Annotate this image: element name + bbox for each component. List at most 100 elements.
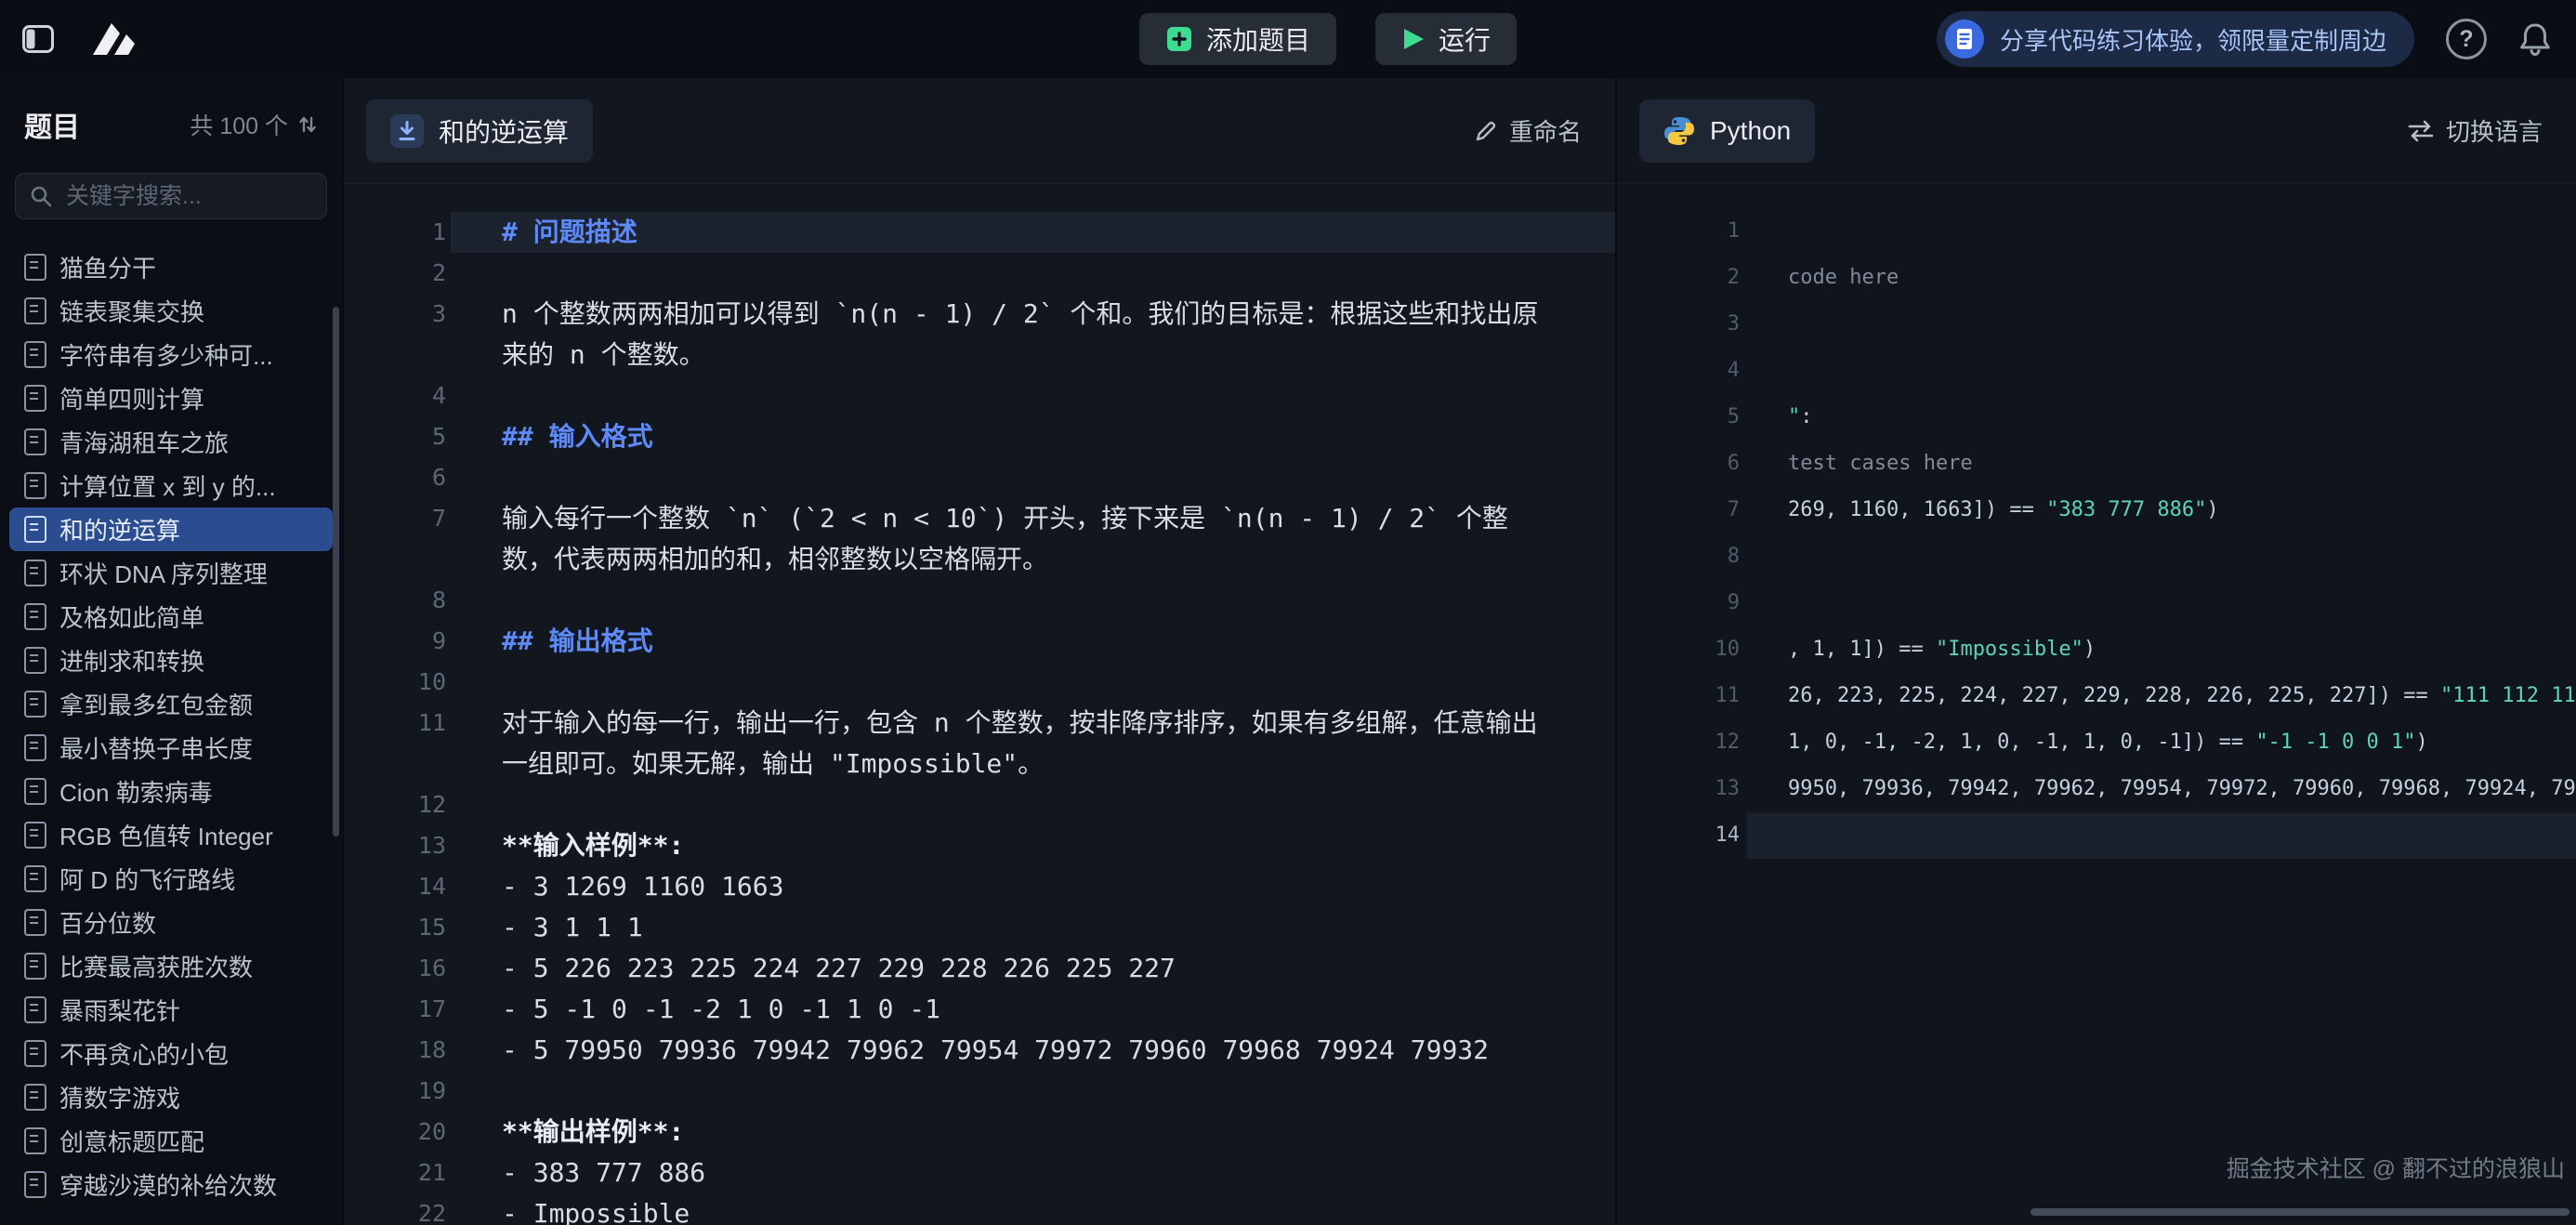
sidebar-item[interactable]: 青海湖租车之旅 [9, 420, 333, 464]
document-icon [24, 297, 46, 324]
markdown-line: 13**输入样例**: [344, 825, 1615, 866]
code-token: , 1, 1]) == [1788, 638, 1936, 661]
document-icon [24, 1040, 46, 1067]
rename-button[interactable]: 重命名 [1474, 113, 1582, 148]
sidebar-item[interactable]: 环状 DNA 序列整理 [9, 551, 333, 595]
markdown-line: 5## 输入格式 [344, 416, 1615, 457]
code-editor[interactable]: 1 2code here 3 4 5": 6test cases here 72… [1617, 184, 2576, 1225]
add-problem-button[interactable]: 添加题目 [1139, 13, 1336, 65]
sidebar-item[interactable]: 字符串有多少种可... [9, 333, 333, 376]
code-line: 3 [1617, 301, 2576, 348]
line-number: 13 [344, 825, 446, 866]
help-icon[interactable]: ? [2446, 19, 2487, 59]
app-window: 添加题目 运行 分享代码练习体验，领限量定制周边 ? 题目 共 100 个 [0, 0, 2576, 1225]
code-token: : [1800, 405, 1812, 428]
sidebar-item[interactable]: 猜数字游戏 [9, 1075, 333, 1119]
sidebar-item[interactable]: 比赛最高获胜次数 [9, 944, 333, 988]
line-number: 7 [1617, 487, 1740, 533]
document-icon [24, 1127, 46, 1154]
code-line: 5 ": [1617, 394, 2576, 441]
code-line: 139950, 79936, 79942, 79962, 79954, 7997… [1617, 766, 2576, 812]
document-icon [24, 996, 46, 1023]
document-icon [24, 1084, 46, 1111]
sidebar-item[interactable]: 及格如此简单 [9, 595, 333, 639]
code-token: ) [2416, 731, 2428, 754]
sidebar-item[interactable]: 百分位数 [9, 901, 333, 944]
markdown-line: 6 [344, 457, 1615, 498]
search-input[interactable] [64, 182, 367, 211]
document-icon [24, 254, 46, 281]
sidebar-scrollbar[interactable] [333, 307, 339, 836]
sidebar-item[interactable]: 猫鱼分干 [9, 245, 333, 289]
sidebar-item[interactable]: RGB 色值转 Integer [9, 813, 333, 857]
code-line: 4 [1617, 348, 2576, 394]
markdown-line: 9## 输出格式 [344, 621, 1615, 662]
code-line: 9 [1617, 580, 2576, 626]
code-line: 6test cases here [1617, 441, 2576, 487]
line-number: 2 [1617, 255, 1740, 301]
document-icon [24, 822, 46, 849]
line-number: 11 [344, 703, 446, 784]
line-number: 1 [1617, 208, 1740, 255]
language-tab[interactable]: Python [1639, 99, 1815, 163]
sidebar-item[interactable]: 计算位置 x 到 y 的... [9, 464, 333, 507]
sidebar-item[interactable]: 简单四则计算 [9, 376, 333, 420]
code-token: "111 112 113 11 [2440, 684, 2576, 707]
markdown-line: 7输入每行一个整数 `n` (`2 < n < 10`) 开头，接下来是 `n(… [344, 498, 1615, 580]
sidebar-item[interactable]: 暴雨梨花针 [9, 988, 333, 1032]
sidebar-item[interactable]: Cion 勒索病毒 [9, 770, 333, 813]
document-icon [24, 428, 46, 455]
sidebar-item[interactable]: 最小替换子串长度 [9, 726, 333, 770]
document-icon [24, 647, 46, 674]
document-icon [24, 341, 46, 368]
markdown-editor[interactable]: 1# 问题描述 2 3n 个整数两两相加可以得到 `n(n - 1) / 2` … [344, 184, 1615, 1225]
markdown-line: 18- 5 79950 79936 79942 79962 79954 7997… [344, 1030, 1615, 1071]
search-box[interactable] [15, 173, 327, 219]
sidebar-title: 题目 [24, 104, 80, 145]
sidebar-item[interactable]: 穿越沙漠的补给次数 [9, 1163, 333, 1206]
run-button[interactable]: 运行 [1375, 13, 1517, 65]
code-token: " [1788, 405, 1800, 428]
document-icon [24, 516, 46, 543]
juejin-logo-icon[interactable] [89, 20, 143, 59]
sidebar-item[interactable]: 进制求和转换 [9, 639, 333, 682]
markdown-line: 14- 3 1269 1160 1663 [344, 866, 1615, 907]
line-number: 12 [344, 784, 446, 825]
markdown-line: 16- 5 226 223 225 224 227 229 228 226 22… [344, 948, 1615, 989]
code-token: 9950, 79936, 79942, 79962, 79954, 79972,… [1788, 777, 2576, 800]
sidebar-item[interactable]: 拿到最多红包金额 [9, 682, 333, 726]
promo-banner[interactable]: 分享代码练习体验，领限量定制周边 [1937, 11, 2414, 67]
line-number: 9 [344, 621, 446, 662]
bell-icon[interactable] [2518, 21, 2552, 57]
line-number: 17 [344, 989, 446, 1030]
rename-label: 重命名 [1509, 113, 1582, 148]
markdown-line: 22- Impossible [344, 1193, 1615, 1225]
code-token: "383 777 886" [2046, 498, 2206, 521]
search-icon [29, 184, 53, 208]
swap-arrows-icon [2407, 119, 2435, 143]
sidebar-item[interactable]: 阿 D 的飞行路线 [9, 857, 333, 901]
code-token: code here [1788, 266, 1899, 289]
line-number: 2 [344, 253, 446, 294]
sort-icon[interactable] [297, 114, 318, 135]
line-number: 5 [1617, 394, 1740, 441]
document-icon [24, 603, 46, 630]
sidebar-item[interactable]: 创意标题匹配 [9, 1119, 333, 1163]
line-number: 8 [1617, 533, 1740, 580]
document-icon [24, 385, 46, 412]
line-number: 14 [1617, 812, 1740, 859]
document-icon [24, 734, 46, 761]
document-icon [24, 909, 46, 936]
code-token: ) [2083, 638, 2096, 661]
run-label: 运行 [1439, 20, 1491, 58]
code-panel: Python 切换语言 1 2 code here 3 4 5 ": 6test c… [1617, 78, 2576, 1225]
sidebar-item-active[interactable]: 和的逆运算 [9, 507, 333, 551]
sidebar-toggle-icon[interactable] [22, 25, 54, 53]
sidebar-item[interactable]: 不再贪心的小包 [9, 1032, 333, 1075]
horizontal-scrollbar[interactable] [2031, 1208, 2569, 1216]
document-icon [24, 865, 46, 892]
markdown-line: 11对于输入的每一行，输出一行，包含 n 个整数，按非降序排序，如果有多组解，任… [344, 703, 1615, 784]
problem-tab[interactable]: 和的逆运算 [366, 99, 593, 163]
sidebar-item[interactable]: 链表聚集交换 [9, 289, 333, 333]
switch-language-button[interactable]: 切换语言 [2407, 113, 2543, 148]
